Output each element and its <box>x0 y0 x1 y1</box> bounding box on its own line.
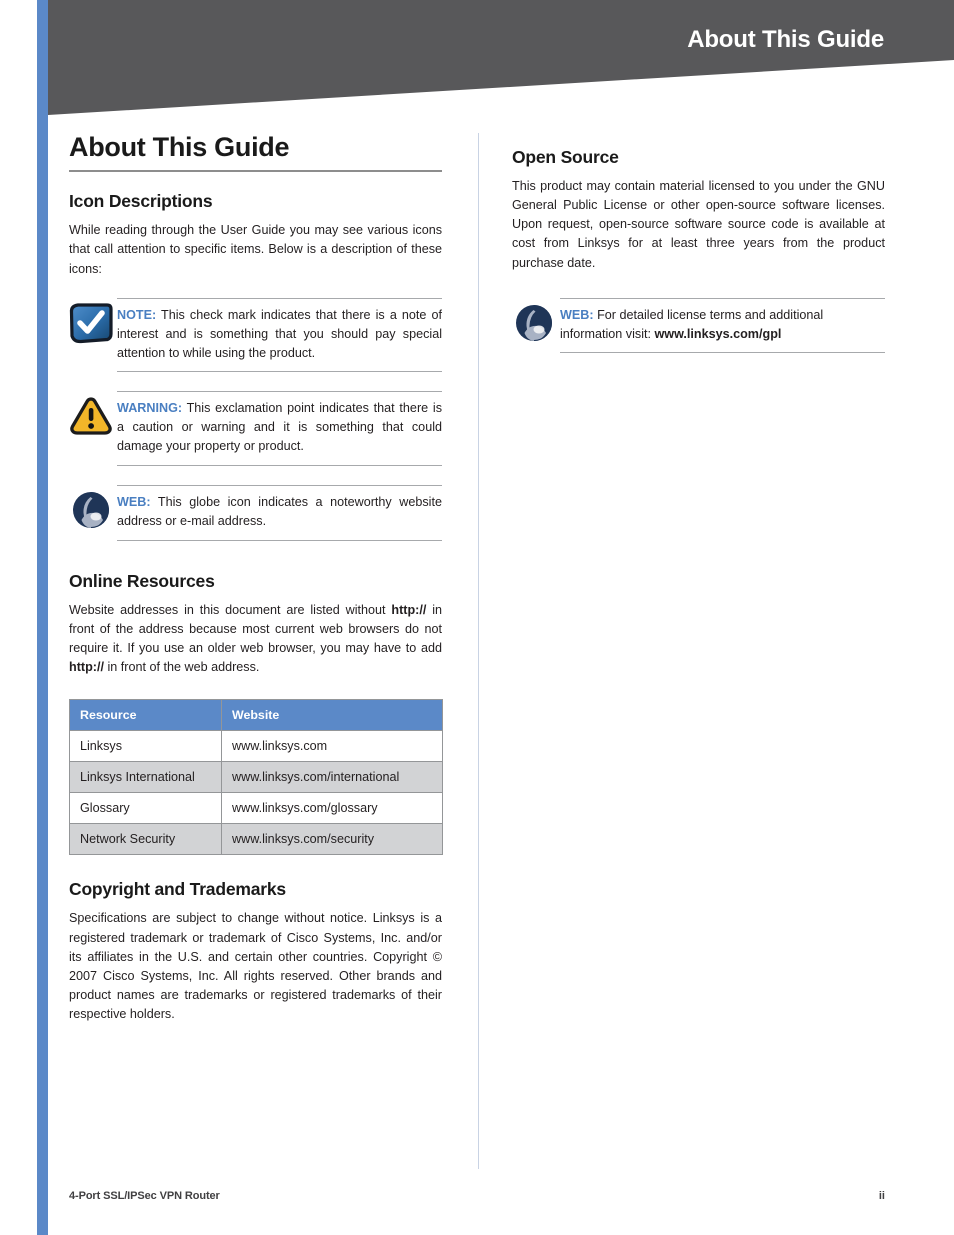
callout-note-body: NOTE: This check mark indicates that the… <box>117 297 442 373</box>
note-check-icon <box>69 298 117 349</box>
section-heading-open-source: Open Source <box>512 147 619 167</box>
callout-web-text: This globe icon indicates a noteworthy w… <box>117 495 442 528</box>
table-row: Glossary www.linksys.com/glossary <box>69 792 443 825</box>
table-cell-website: www.linksys.com <box>221 730 443 763</box>
warning-triangle-icon <box>69 391 117 442</box>
left-blue-spine <box>37 0 48 1235</box>
table-cell-resource: Glossary <box>69 792 222 825</box>
callout-warning-tag: WARNING: <box>117 401 183 416</box>
table-cell-website: www.linksys.com/international <box>221 761 443 794</box>
table-cell-website: www.linksys.com/security <box>221 823 443 856</box>
table-cell-resource: Linksys <box>69 730 222 763</box>
left-column: About This Guide Icon Descriptions While… <box>69 132 443 1024</box>
callout-open-source-web: WEB: For detailed license terms and addi… <box>512 297 885 354</box>
callout-open-source-tag: WEB: <box>560 307 594 322</box>
page-footer: 4-Port SSL/IPSec VPN Router ii <box>69 1190 885 1202</box>
online-resources-table: Resource Website Linksys www.linksys.com… <box>69 699 443 856</box>
table-cell-resource: Linksys International <box>69 761 222 794</box>
section-heading-online-resources: Online Resources <box>69 570 215 591</box>
table-row: Linksys International www.linksys.com/in… <box>69 761 443 794</box>
online-resources-part1: Website addresses in this document are l… <box>69 602 392 617</box>
section-heading-icon-descriptions: Icon Descriptions <box>69 191 213 212</box>
copyright-paragraph: Specifications are subject to change wit… <box>69 911 442 1022</box>
callout-note-tag: NOTE: <box>117 307 157 322</box>
callout-open-source-web-body: WEB: For detailed license terms and addi… <box>560 297 885 354</box>
web-globe-icon <box>512 298 560 349</box>
web-globe-icon <box>69 485 117 536</box>
callout-note-text: This check mark indicates that there is … <box>117 307 442 360</box>
online-resources-bold1: http:// <box>391 602 427 617</box>
online-resources-paragraph: Website addresses in this document are l… <box>69 601 442 678</box>
callout-warning: WARNING: This exclamation point indicate… <box>69 391 442 467</box>
callout-web-body: WEB: This globe icon indicates a notewor… <box>117 485 442 541</box>
table-column-header-resource: Resource <box>69 699 222 732</box>
page-title-rule <box>69 170 442 173</box>
column-divider <box>478 133 479 1169</box>
online-resources-bold2: http:// <box>69 660 104 675</box>
page-title: About This Guide <box>69 132 290 162</box>
table-cell-resource: Network Security <box>69 823 222 856</box>
right-column: Open Source This product may contain mat… <box>512 133 885 354</box>
document-page: About This Guide About This Guide Icon D… <box>0 0 954 1235</box>
header-banner <box>48 0 954 115</box>
callout-web: WEB: This globe icon indicates a notewor… <box>69 485 442 541</box>
table-row: Network Security www.linksys.com/securit… <box>69 823 443 856</box>
callout-note: NOTE: This check mark indicates that the… <box>69 297 442 373</box>
callout-open-source-link: www.linksys.com/gpl <box>654 326 782 341</box>
callout-warning-body: WARNING: This exclamation point indicate… <box>117 391 442 467</box>
footer-product-name: 4-Port SSL/IPSec VPN Router <box>69 1190 220 1202</box>
footer-page-number: ii <box>878 1190 885 1202</box>
header-title: About This Guide <box>687 26 884 53</box>
table-row: Linksys www.linksys.com <box>69 730 443 763</box>
open-source-paragraph: This product may contain material licens… <box>512 179 885 270</box>
online-resources-part3: in front of the web address. <box>103 660 260 675</box>
section-heading-copyright: Copyright and Trademarks <box>69 879 286 900</box>
callout-web-tag: WEB: <box>117 495 151 510</box>
table-cell-website: www.linksys.com/glossary <box>221 792 443 825</box>
table-header-row: Resource Website <box>69 699 443 732</box>
table-column-header-website: Website <box>221 699 443 732</box>
icon-descriptions-intro: While reading through the User Guide you… <box>69 223 442 276</box>
